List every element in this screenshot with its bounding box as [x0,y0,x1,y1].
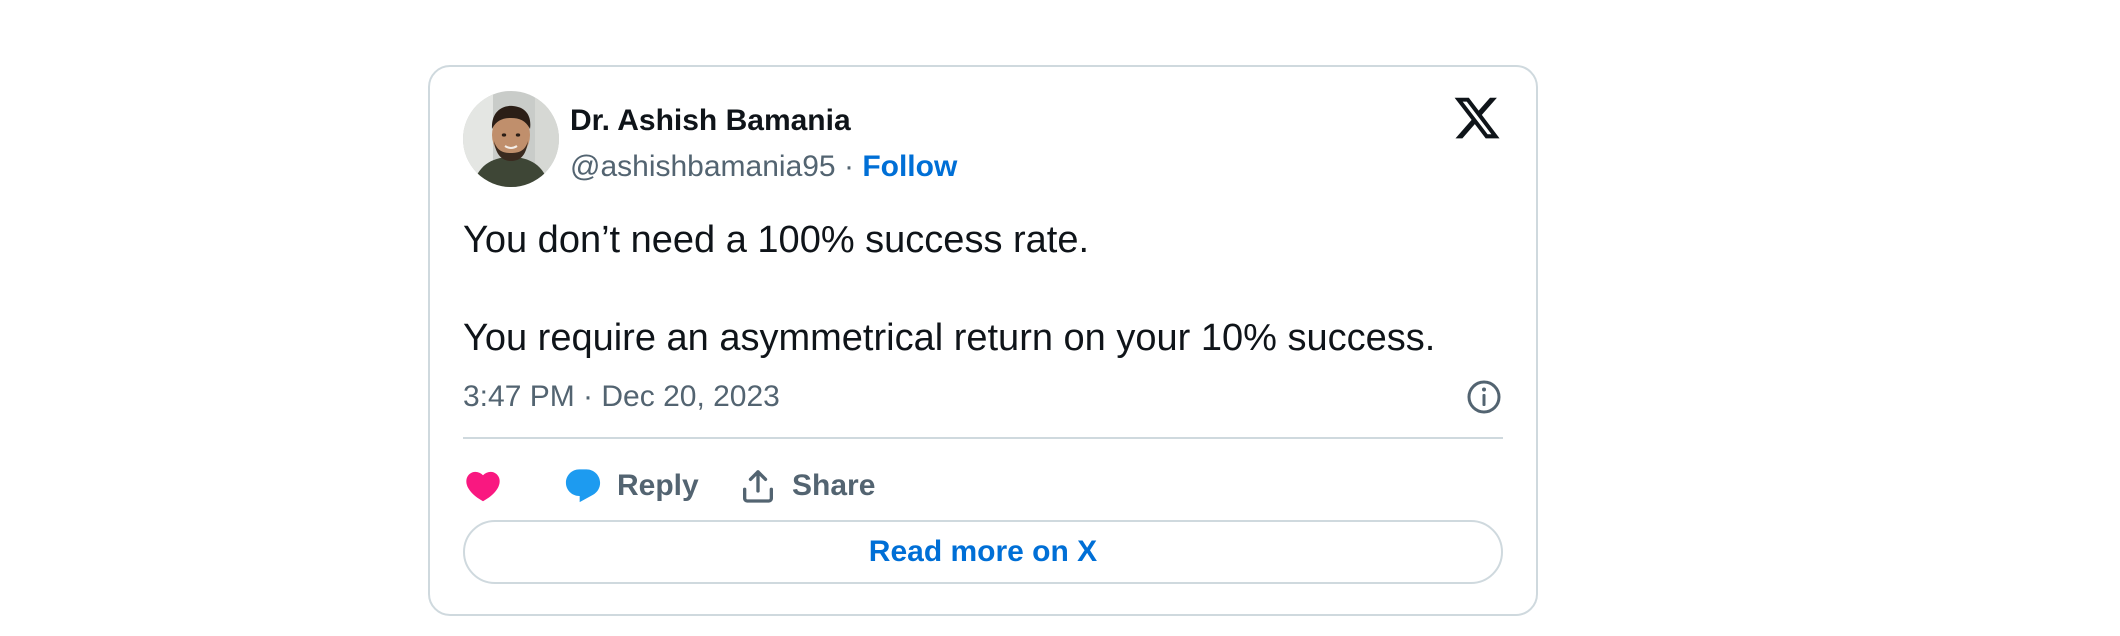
follow-button[interactable]: Follow [862,150,957,183]
tweet-text-line: You don’t need a 100% success rate. [463,219,1090,261]
author-name[interactable]: Dr. Ashish Bamania [570,103,851,139]
tweet-text-line: You require an asymmetrical return on yo… [463,317,1436,359]
x-logo-icon[interactable] [1452,93,1502,143]
reply-label: Reply [617,469,699,502]
share-label: Share [792,469,876,502]
divider [463,437,1503,439]
tweet-text: You don’t need a 100% success rate. You … [463,215,1503,363]
info-icon[interactable] [1464,377,1504,417]
share-button[interactable]: Share [738,459,875,513]
action-bar: Reply Share [463,459,1163,513]
tweet-timestamp[interactable]: 3:47 PM · Dec 20, 2023 [463,379,780,415]
reply-button[interactable]: Reply [563,459,699,513]
upload-icon [743,470,773,503]
like-button[interactable] [463,459,503,513]
tweet-card: Dr. Ashish Bamania @ashishbamania95 · Fo… [428,65,1538,616]
read-more-label: Read more on X [868,535,1098,568]
read-more-button[interactable]: Read more on X [463,520,1503,584]
avatar[interactable] [463,91,559,187]
heart-icon [466,471,500,502]
author-handle-row: @ashishbamania95 · Follow [570,149,957,185]
speech-bubble-icon [565,469,601,503]
author-handle[interactable]: @ashishbamania95 [570,150,836,183]
handle-separator: · [843,150,854,183]
